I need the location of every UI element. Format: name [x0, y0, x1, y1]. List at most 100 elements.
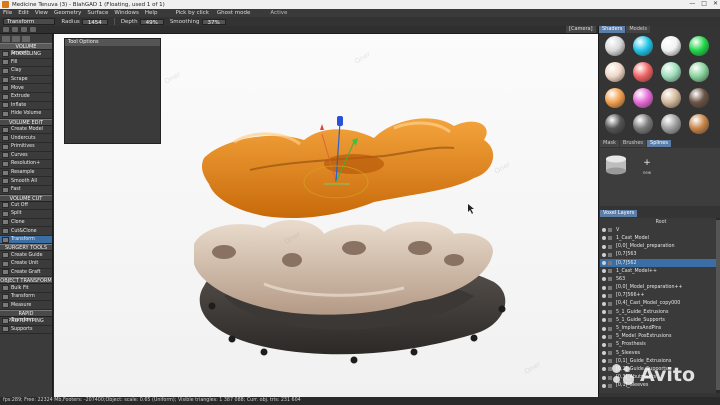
- shader-ball[interactable]: [661, 36, 681, 56]
- layer-row[interactable]: [0,7]562: [600, 258, 720, 268]
- tool-clone[interactable]: Clone: [0, 219, 52, 228]
- tool-create-model[interactable]: Create Model: [0, 126, 52, 135]
- maximize-button[interactable]: □: [701, 0, 707, 7]
- tool-smooth-all[interactable]: Smooth All: [0, 177, 52, 186]
- lock-icon[interactable]: [608, 277, 612, 282]
- save-icon[interactable]: [30, 27, 36, 32]
- tool-create-graft[interactable]: Create Graft: [0, 269, 52, 278]
- lock-icon[interactable]: [608, 261, 612, 266]
- shader-ball[interactable]: [689, 36, 709, 56]
- layer-row[interactable]: 5_ImplantsAndPins: [600, 324, 720, 332]
- menu-windows[interactable]: Windows: [114, 10, 139, 16]
- tool-scrape[interactable]: Scrape: [0, 76, 52, 85]
- eye-icon[interactable]: [602, 301, 606, 306]
- tool-fill[interactable]: Fill: [0, 59, 52, 68]
- eye-icon[interactable]: [602, 244, 606, 249]
- tool-move[interactable]: Move: [0, 84, 52, 93]
- layer-row[interactable]: V: [600, 226, 720, 234]
- minimize-button[interactable]: —: [689, 0, 695, 7]
- 3d-viewport[interactable]: Tool Options Oner Oner Oner Oner Oner: [54, 34, 598, 397]
- layer-row[interactable]: [0,0]_Model_preparation++: [600, 284, 720, 292]
- lock-icon[interactable]: [608, 334, 612, 339]
- layer-row[interactable]: [0,0]_Model_preparation: [600, 243, 720, 251]
- layer-row[interactable]: 5_1_Guide_Extrusions: [600, 308, 720, 316]
- shader-ball[interactable]: [605, 114, 625, 134]
- shader-ball[interactable]: [605, 88, 625, 108]
- tool-bulk-fit[interactable]: Bulk Fit: [0, 284, 52, 293]
- tab-mask[interactable]: Mask: [600, 140, 619, 147]
- lock-icon[interactable]: [608, 228, 612, 233]
- tab-brushes[interactable]: Brushes: [619, 140, 647, 147]
- tool-resolution[interactable]: Resolution+: [0, 160, 52, 169]
- eye-icon[interactable]: [602, 277, 606, 282]
- lock-icon[interactable]: [608, 326, 612, 331]
- shader-ball[interactable]: [661, 114, 681, 134]
- tab-splines[interactable]: Splines: [647, 140, 671, 147]
- eye-icon[interactable]: [602, 310, 606, 315]
- tab-shaders[interactable]: Shaders: [599, 26, 626, 33]
- shader-ball[interactable]: [661, 62, 681, 82]
- layer-row[interactable]: 5_Model_PosExtrusions: [600, 333, 720, 341]
- layer-row[interactable]: [0,4]_Cast_Model_copy000: [600, 300, 720, 308]
- tool-inflate[interactable]: Inflate: [0, 102, 52, 111]
- tool-cut-off[interactable]: Cut Off: [0, 202, 52, 211]
- layer-row[interactable]: [0,7]563: [600, 251, 720, 259]
- shader-ball[interactable]: [605, 62, 625, 82]
- shader-ball[interactable]: [633, 36, 653, 56]
- section-header[interactable]: SURGERY TOOLS: [0, 244, 52, 252]
- camera-dropdown[interactable]: [Camera]: [566, 26, 596, 33]
- cylinder-icon[interactable]: [604, 154, 628, 176]
- layer-row[interactable]: 5_Sleeves: [600, 349, 720, 357]
- tool-object-transform[interactable]: Transform: [0, 293, 52, 302]
- eye-icon[interactable]: [602, 367, 606, 372]
- tool-resample[interactable]: Resample: [0, 169, 52, 178]
- active-dropdown[interactable]: Active: [270, 10, 287, 16]
- close-button[interactable]: ✕: [713, 0, 718, 7]
- lock-icon[interactable]: [608, 359, 612, 364]
- lock-icon[interactable]: [608, 293, 612, 298]
- tool-options-panel[interactable]: Tool Options: [64, 38, 161, 144]
- eye-icon[interactable]: [602, 293, 606, 298]
- tool-fast[interactable]: Fast: [0, 186, 52, 195]
- tool-create-guide[interactable]: Create Guide: [0, 251, 52, 261]
- eye-icon[interactable]: [602, 326, 606, 331]
- radius-value[interactable]: 1454: [81, 18, 108, 26]
- tool-cut-clone[interactable]: Cut&Clone: [0, 227, 52, 236]
- eye-icon[interactable]: [602, 383, 606, 388]
- lock-icon[interactable]: [608, 269, 612, 274]
- tab-voxel-layers[interactable]: Voxel Layers: [600, 210, 638, 217]
- layer-row[interactable]: 5_1_Guide_Supports: [600, 316, 720, 324]
- lock-icon[interactable]: [608, 342, 612, 347]
- section-header[interactable]: RAPID PROTOTYPING: [0, 310, 52, 324]
- tool-curves[interactable]: Curves: [0, 152, 52, 161]
- shader-ball[interactable]: [633, 114, 653, 134]
- section-header[interactable]: VOLUME EDIT: [0, 118, 52, 126]
- tool-extrude[interactable]: Extrude: [0, 93, 52, 102]
- tool-undercuts[interactable]: Undercuts: [0, 134, 52, 143]
- tool-clay[interactable]: Clay: [0, 67, 52, 76]
- lock-icon[interactable]: [608, 310, 612, 315]
- lock-icon[interactable]: [608, 236, 612, 241]
- eye-icon[interactable]: [602, 285, 606, 290]
- shader-ball[interactable]: [633, 88, 653, 108]
- lock-icon[interactable]: [608, 351, 612, 356]
- section-header[interactable]: VOLUME CUT: [0, 194, 52, 202]
- menu-view[interactable]: View: [35, 10, 48, 16]
- ghost-mode-toggle[interactable]: Ghost mode: [217, 10, 250, 16]
- eye-icon[interactable]: [602, 359, 606, 364]
- section-header[interactable]: OBJECT TRANSFORM: [0, 277, 52, 285]
- lock-icon[interactable]: [608, 244, 612, 249]
- open-icon[interactable]: [21, 27, 27, 32]
- pen-icon[interactable]: [22, 35, 30, 42]
- shader-ball[interactable]: [689, 62, 709, 82]
- layer-row[interactable]: [0,7]566++: [600, 292, 720, 300]
- tool-split[interactable]: Split: [0, 210, 52, 219]
- layer-row[interactable]: 1_Cast_Model: [600, 234, 720, 242]
- shader-ball[interactable]: [605, 36, 625, 56]
- lock-icon[interactable]: [608, 252, 612, 257]
- tool-primitives[interactable]: Primitives: [0, 143, 52, 152]
- eye-icon[interactable]: [602, 334, 606, 339]
- tool-transform-selected[interactable]: Transform: [0, 235, 52, 245]
- layer-row[interactable]: 5_Prosthesis: [600, 341, 720, 349]
- eye-icon[interactable]: [602, 269, 606, 274]
